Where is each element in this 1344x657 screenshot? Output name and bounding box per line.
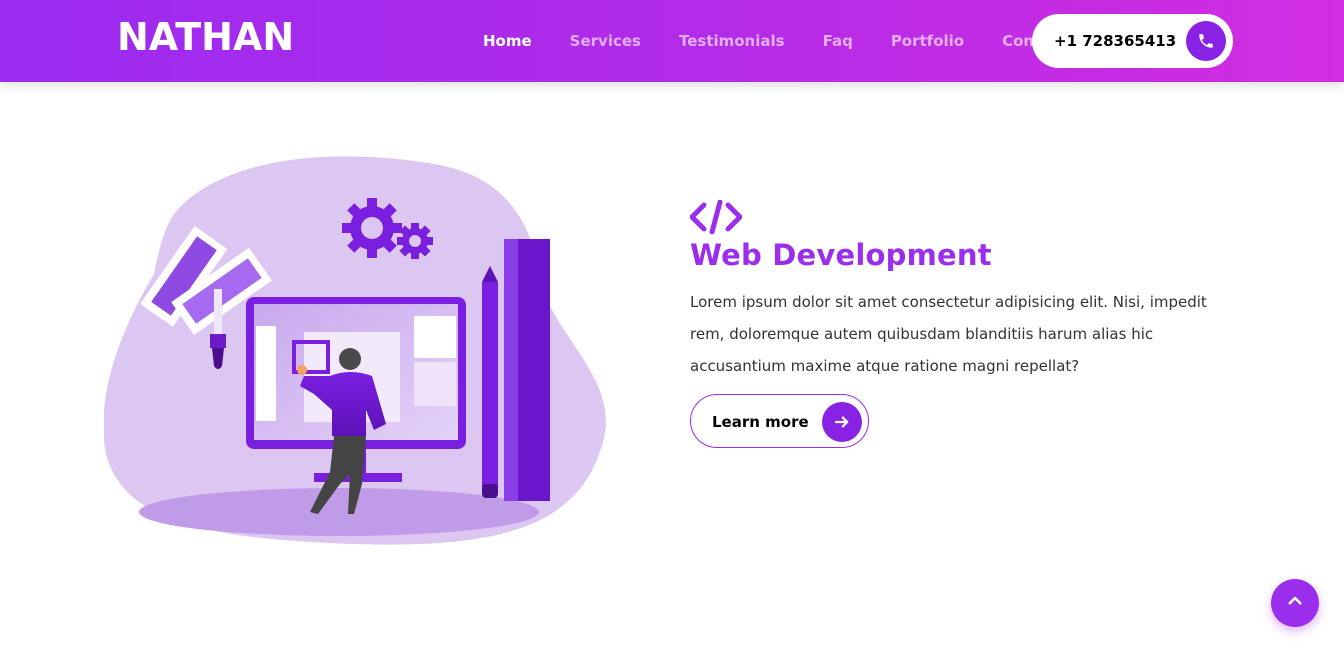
nav-services[interactable]: Services — [570, 32, 641, 50]
floor-shadow — [139, 488, 539, 536]
learn-more-label: Learn more — [712, 413, 809, 431]
ruler — [504, 239, 550, 501]
service-description: Lorem ipsum dolor sit amet consectetur a… — [690, 293, 1207, 375]
logo[interactable]: NATHAN — [117, 15, 294, 59]
code-icon — [689, 199, 743, 235]
nav-faq[interactable]: Faq — [823, 32, 853, 50]
phone-number: +1 728365413 — [1054, 32, 1177, 50]
pencil — [482, 266, 498, 498]
gear-small — [397, 223, 433, 259]
phone-icon — [1186, 21, 1226, 61]
phone-button[interactable]: +1 728365413 — [1032, 14, 1233, 68]
main-nav: Home Services Testimonials Faq Portfolio… — [483, 0, 1105, 82]
service-title: Web Development — [690, 238, 992, 272]
nav-portfolio[interactable]: Portfolio — [891, 32, 964, 50]
gear-large — [342, 198, 402, 258]
learn-more-button[interactable]: Learn more — [690, 394, 869, 448]
nav-home[interactable]: Home — [483, 32, 532, 50]
nav-testimonials[interactable]: Testimonials — [679, 32, 785, 50]
arrow-right-icon — [822, 402, 862, 442]
site-header: NATHAN Home Services Testimonials Faq Po… — [0, 0, 1344, 82]
scroll-to-top-button[interactable] — [1271, 579, 1319, 627]
web-development-illustration — [103, 154, 607, 546]
chevron-up-icon — [1286, 592, 1304, 615]
